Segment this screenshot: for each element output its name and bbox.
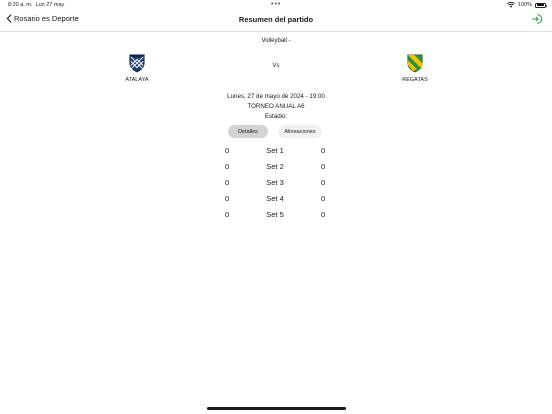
- status-indicators: 100%: [507, 2, 547, 8]
- set-label: Set 5: [266, 210, 284, 219]
- status-date: Lun 27 may: [35, 2, 65, 8]
- set-away-score: 0: [321, 194, 326, 203]
- set-row: 0 Set 4 0: [0, 192, 552, 208]
- status-bar: 8:20 a. m. Lun 27 may ••• 100%: [0, 0, 552, 10]
- set-away-score: 0: [321, 162, 326, 171]
- status-time-date: 8:20 a. m. Lun 27 may: [8, 2, 64, 8]
- away-team: REGATAS: [385, 53, 445, 83]
- set-row: 0 Set 1 0: [0, 144, 552, 160]
- match-stadium: Estadio:: [264, 113, 288, 120]
- home-indicator[interactable]: [207, 407, 346, 410]
- wifi-icon: [507, 2, 515, 8]
- battery-percent: 100%: [517, 2, 532, 8]
- sport-label: Volleyball -: [261, 38, 291, 44]
- set-label: Set 3: [266, 178, 284, 187]
- status-time: 8:20 a. m.: [8, 2, 33, 8]
- set-row: 0 Set 2 0: [0, 160, 552, 176]
- match-info: Lunes, 27 de mayo de 2024 - 19:00 TORNEO…: [0, 92, 552, 122]
- navigation-bar: Rosario es Deporte Resumen del partido: [0, 12, 552, 30]
- battery-icon: [535, 2, 547, 8]
- set-away-score: 0: [321, 210, 326, 219]
- set-row: 0 Set 5 0: [0, 208, 552, 224]
- match-datetime: Lunes, 27 de mayo de 2024 - 19:00: [227, 93, 325, 100]
- home-team-name: ATALAYA: [125, 77, 149, 83]
- set-label: Set 4: [266, 194, 284, 203]
- set-label: Set 1: [266, 146, 284, 155]
- set-away-score: 0: [321, 146, 326, 155]
- sets-table: 0 Set 1 0 0 Set 2 0 0 Set 3 0 0 Set 4 0 …: [0, 144, 552, 224]
- set-away-score: 0: [321, 178, 326, 187]
- logout-icon[interactable]: [531, 13, 543, 25]
- segment-tabs: Detalles Alineaciones: [0, 125, 552, 138]
- match-tournament: TORNEO ANUAL A6: [247, 103, 305, 110]
- set-home-score: 0: [225, 178, 230, 187]
- set-row: 0 Set 3 0: [0, 176, 552, 192]
- page-title: Resumen del partido: [238, 15, 314, 24]
- away-team-shield-icon: [407, 54, 423, 73]
- vs-label: Vs: [272, 63, 280, 69]
- set-label: Set 2: [266, 162, 284, 171]
- multitasking-dots-icon[interactable]: •••: [271, 1, 281, 8]
- set-home-score: 0: [225, 194, 230, 203]
- tab-lineups[interactable]: Alineaciones: [278, 125, 322, 138]
- set-home-score: 0: [225, 162, 230, 171]
- away-team-name: REGATAS: [402, 77, 428, 83]
- set-home-score: 0: [225, 146, 230, 155]
- tab-details[interactable]: Detalles: [228, 125, 268, 138]
- nav-divider: [0, 31, 552, 32]
- set-home-score: 0: [225, 210, 230, 219]
